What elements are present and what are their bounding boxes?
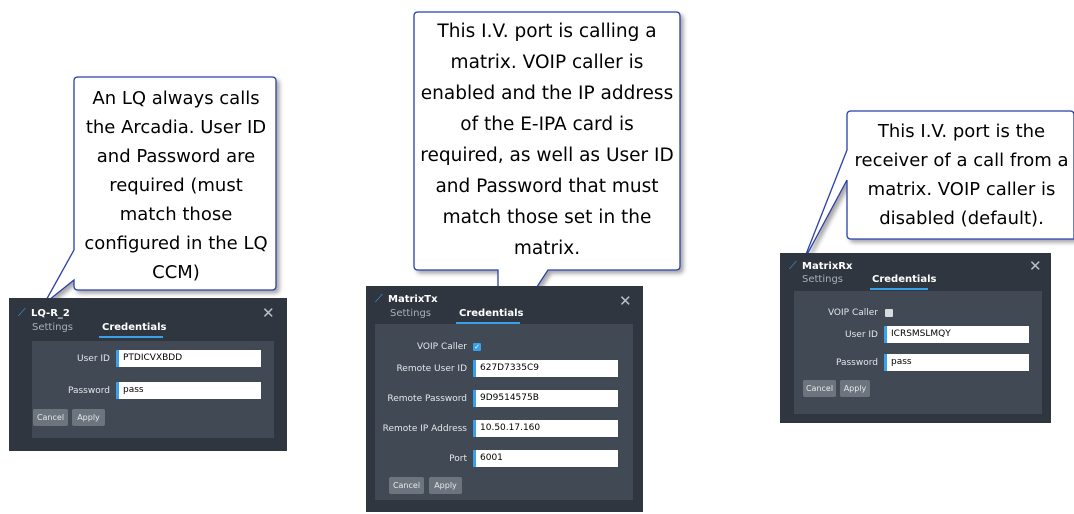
lq-settings-panel: ⟋ LQ-R_2 ✕ Settings Credentials User ID … [9,298,287,451]
credentials-form: VOIP Caller User ID ICRSMSLMQY Password … [794,291,1042,414]
close-icon[interactable]: ✕ [619,292,632,310]
password-label: Password [835,358,878,368]
user-id-label: User ID [845,330,878,340]
close-icon[interactable]: ✕ [262,304,275,322]
cancel-button[interactable]: Cancel [33,409,68,426]
matrix-tx-settings-panel: ⟋ MatrixTx ✕ Settings Credentials VOIP C… [366,286,643,512]
voip-caller-checkbox[interactable]: ✓ [473,343,481,351]
cancel-button[interactable]: Cancel [803,380,836,397]
credentials-form: User ID PTDICVXBDD Password pass Cancel … [32,341,274,438]
remote-user-id-label: Remote User ID [396,364,467,374]
apply-button[interactable]: Apply [429,477,462,494]
panel-title: MatrixRx [802,261,853,272]
user-id-label: User ID [77,354,110,364]
callout-middle-text: This I.V. port is calling a matrix. VOIP… [420,21,674,259]
link-icon: ⟋ [18,306,26,319]
link-icon: ⟋ [375,292,383,305]
link-icon: ⟋ [789,259,797,272]
voip-caller-label: VOIP Caller [416,342,467,352]
callout-right-text: This I.V. port is the receiver of a call… [854,121,1069,229]
voip-caller-checkbox[interactable] [885,309,893,317]
active-tab-indicator [870,288,928,290]
callout-left-text: An LQ always calls the Arcadia. User ID … [84,88,268,283]
tab-settings[interactable]: Settings [390,308,431,319]
user-id-field[interactable]: PTDICVXBDD [116,350,261,367]
tab-settings[interactable]: Settings [802,274,843,285]
credentials-form: VOIP Caller ✓ Remote User ID 627D7335C9 … [375,324,633,500]
cancel-button[interactable]: Cancel [389,477,424,494]
apply-button[interactable]: Apply [840,380,870,397]
password-label: Password [67,386,110,396]
tab-settings[interactable]: Settings [32,322,73,333]
tab-credentials[interactable]: Credentials [872,274,936,285]
port-field[interactable]: 6001 [473,450,618,467]
remote-password-label: Remote Password [387,394,467,404]
password-field[interactable]: pass [116,382,261,399]
panel-title: MatrixTx [388,294,438,305]
remote-ip-address-label: Remote IP Address [382,424,467,434]
matrix-rx-settings-panel: ⟋ MatrixRx ✕ Settings Credentials VOIP C… [780,253,1051,423]
voip-caller-label: VOIP Caller [827,308,878,318]
user-id-field[interactable]: ICRSMSLMQY [884,326,1029,343]
tab-credentials[interactable]: Credentials [459,308,523,319]
tab-credentials[interactable]: Credentials [102,322,166,333]
password-field[interactable]: pass [884,354,1029,371]
remote-user-id-field[interactable]: 627D7335C9 [473,360,618,377]
remote-password-field[interactable]: 9D9514575B [473,390,618,407]
remote-ip-address-field[interactable]: 10.50.17.160 [473,420,618,437]
close-icon[interactable]: ✕ [1029,257,1042,275]
active-tab-indicator [99,336,163,338]
apply-button[interactable]: Apply [72,409,105,426]
port-label: Port [449,454,467,464]
panel-title: LQ-R_2 [31,308,70,319]
